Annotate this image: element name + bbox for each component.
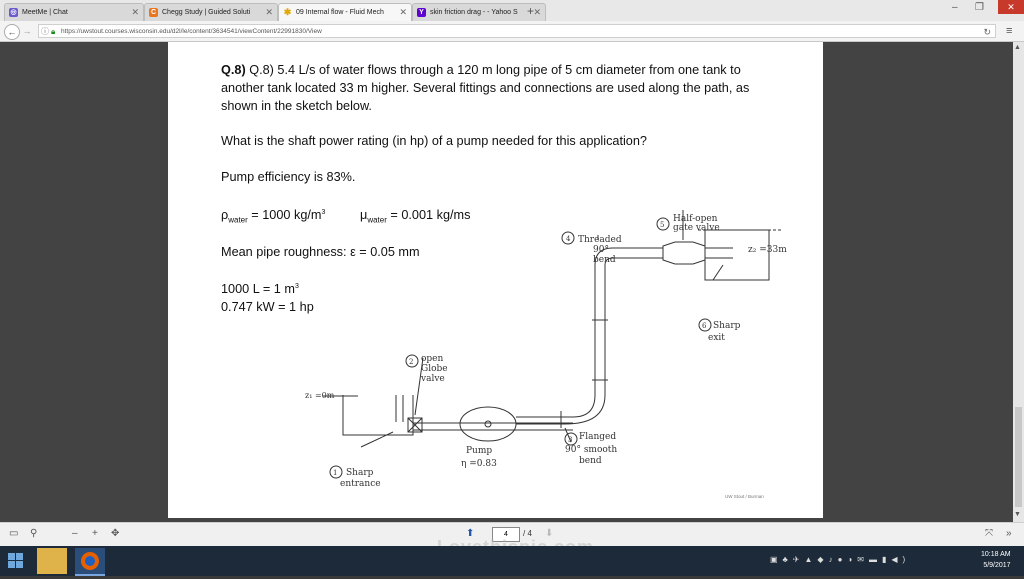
sidebar-toggle-icon[interactable]: ▭ xyxy=(9,528,18,539)
rho-subscript: water xyxy=(228,215,248,225)
label-z2: z₂ =33m xyxy=(748,245,787,255)
firefox-icon[interactable] xyxy=(75,548,105,576)
callout-6-number: 6 xyxy=(702,322,707,330)
tab-label: Chegg Study | Guided Soluti xyxy=(162,9,251,16)
zoom-out-button[interactable]: – xyxy=(72,528,78,539)
scrollbar-thumb[interactable] xyxy=(1015,407,1022,507)
scroll-up-icon[interactable]: ▲ xyxy=(1014,44,1021,51)
info-icon[interactable]: ⓘ xyxy=(41,25,49,39)
label-z1: z₁ =0m xyxy=(305,391,335,400)
label-valve: valve xyxy=(420,374,445,384)
tab-yahoo[interactable]: Y skin friction drag - - Yahoo S ✕ xyxy=(412,3,546,21)
lock-icon: 🔒︎ xyxy=(51,27,56,36)
question-body: Q.8) 5.4 L/s of water flows through a 12… xyxy=(221,63,750,113)
loading-icon: ✱ xyxy=(283,7,292,17)
label-open: open xyxy=(421,354,444,364)
exit-pipe xyxy=(705,247,733,259)
label-pump: Pump xyxy=(466,446,492,456)
system-tray[interactable]: ▣♣✈▲◆♪●◑✉▬▮◀) xyxy=(770,555,910,564)
clock-date: 5/9/2017 xyxy=(983,562,1011,569)
tab-label: MeetMe | Chat xyxy=(22,9,68,16)
window-close-button[interactable]: ✕ xyxy=(998,0,1024,14)
label-bend: bend xyxy=(579,456,602,466)
meetme-icon: ◎ xyxy=(9,8,18,17)
menu-icon[interactable]: ≡ xyxy=(1006,25,1012,37)
tab-meetme[interactable]: ◎ MeetMe | Chat ✕ xyxy=(4,3,144,21)
callout-4-number: 4 xyxy=(566,235,571,243)
tab-internal-flow[interactable]: ✱ 09 Internal flow - Fluid Mech ✕ xyxy=(278,3,412,21)
navigation-bar: ← → ⓘ 🔒︎ https://uwstout.courses.wiscons… xyxy=(0,21,1024,42)
label-gate-valve: gate valve xyxy=(673,223,720,233)
conversion-power: 0.747 kW = 1 hp xyxy=(221,300,314,314)
back-button[interactable]: ← xyxy=(4,24,20,40)
callout-3-number: 3 xyxy=(568,436,572,444)
close-icon[interactable]: ✕ xyxy=(265,4,273,21)
tab-label: skin friction drag - - Yahoo S xyxy=(430,9,518,16)
pump-impeller xyxy=(484,420,492,428)
question-text: Q.8) Q.8) 5.4 L/s of water flows through… xyxy=(221,63,750,113)
label-flanged: Flanged xyxy=(579,432,616,442)
close-icon[interactable]: ✕ xyxy=(399,4,407,21)
callout-1-number: 1 xyxy=(333,469,337,477)
close-icon[interactable]: ✕ xyxy=(131,4,139,21)
leader-line xyxy=(360,431,394,448)
entrance-pipe xyxy=(395,395,404,422)
gate-valve xyxy=(662,241,706,265)
pipe-system-sketch: 4 5 6 2 3 1 Threaded 90° bend Half-open … xyxy=(305,210,787,489)
label-threaded: Threaded xyxy=(578,235,622,245)
callout-2-number: 2 xyxy=(409,358,413,366)
efficiency-text: Pump efficiency is 83%. xyxy=(221,170,356,184)
chegg-icon: C xyxy=(149,8,158,17)
tab-strip: ◎ MeetMe | Chat ✕ C Chegg Study | Guided… xyxy=(0,0,1024,22)
fullscreen-icon[interactable]: ⤧ xyxy=(985,528,993,539)
file-explorer-icon[interactable] xyxy=(37,548,67,574)
tab-label: 09 Internal flow - Fluid Mech xyxy=(296,9,384,16)
clock-time: 10:18 AM xyxy=(981,551,1011,558)
riser-pipe-inner xyxy=(564,257,663,425)
label-threaded-bend: bend xyxy=(593,255,616,265)
url-text: https://uwstout.courses.wisconsin.edu/d2… xyxy=(61,28,322,35)
more-options-icon[interactable]: » xyxy=(1006,528,1012,539)
label-sharp-exit: Sharp xyxy=(713,321,741,331)
label-exit: exit xyxy=(708,333,725,343)
restore-button[interactable]: ❐ xyxy=(975,2,984,13)
reload-icon[interactable]: ↻ xyxy=(983,25,991,39)
scroll-down-icon[interactable]: ▼ xyxy=(1014,511,1021,518)
address-field[interactable]: ⓘ 🔒︎ https://uwstout.courses.wisconsin.e… xyxy=(38,24,996,38)
forward-button[interactable]: → xyxy=(20,24,34,38)
zoom-in-button[interactable]: + xyxy=(92,528,98,539)
tab-chegg[interactable]: C Chegg Study | Guided Soluti ✕ xyxy=(144,3,278,21)
windows-start-icon[interactable] xyxy=(8,553,23,568)
conversion-volume-exponent: 3 xyxy=(294,282,299,290)
prompt-text: What is the shaft power rating (in hp) o… xyxy=(221,134,647,148)
clock[interactable]: 10:18 AM 5/9/2017 xyxy=(981,549,1011,571)
label-entrance: entrance xyxy=(340,479,381,489)
conversion-volume-main: 1000 L = 1 m xyxy=(221,282,295,296)
leader-line xyxy=(712,264,724,281)
new-tab-button[interactable]: + xyxy=(527,4,534,18)
yahoo-icon: Y xyxy=(417,8,426,17)
upper-tank xyxy=(704,229,770,281)
label-threaded-angle: 90° xyxy=(593,245,609,255)
label-globe: Globe xyxy=(421,364,448,374)
riser-pipe xyxy=(572,247,663,418)
close-icon[interactable]: ✕ xyxy=(533,4,541,21)
search-icon[interactable]: ⚲ xyxy=(30,528,37,539)
conversion-volume: 1000 L = 1 m3 xyxy=(221,282,299,296)
minimize-button[interactable]: – xyxy=(952,2,958,13)
fit-page-icon[interactable]: ✥ xyxy=(111,528,119,539)
label-smooth-bend: 90° smooth xyxy=(565,445,617,455)
label-sharp-entrance: Sharp xyxy=(346,468,374,478)
document-page: Q.8) Q.8) 5.4 L/s of water flows through… xyxy=(168,42,823,518)
pump-housing xyxy=(459,406,517,442)
label-efficiency: η =0.83 xyxy=(461,459,497,469)
page-credit: UW Stout / Burman xyxy=(725,494,764,499)
taskbar: ▣♣✈▲◆♪●◑✉▬▮◀) 10:18 AM 5/9/2017 xyxy=(0,546,1024,576)
callout-5-number: 5 xyxy=(660,221,664,229)
